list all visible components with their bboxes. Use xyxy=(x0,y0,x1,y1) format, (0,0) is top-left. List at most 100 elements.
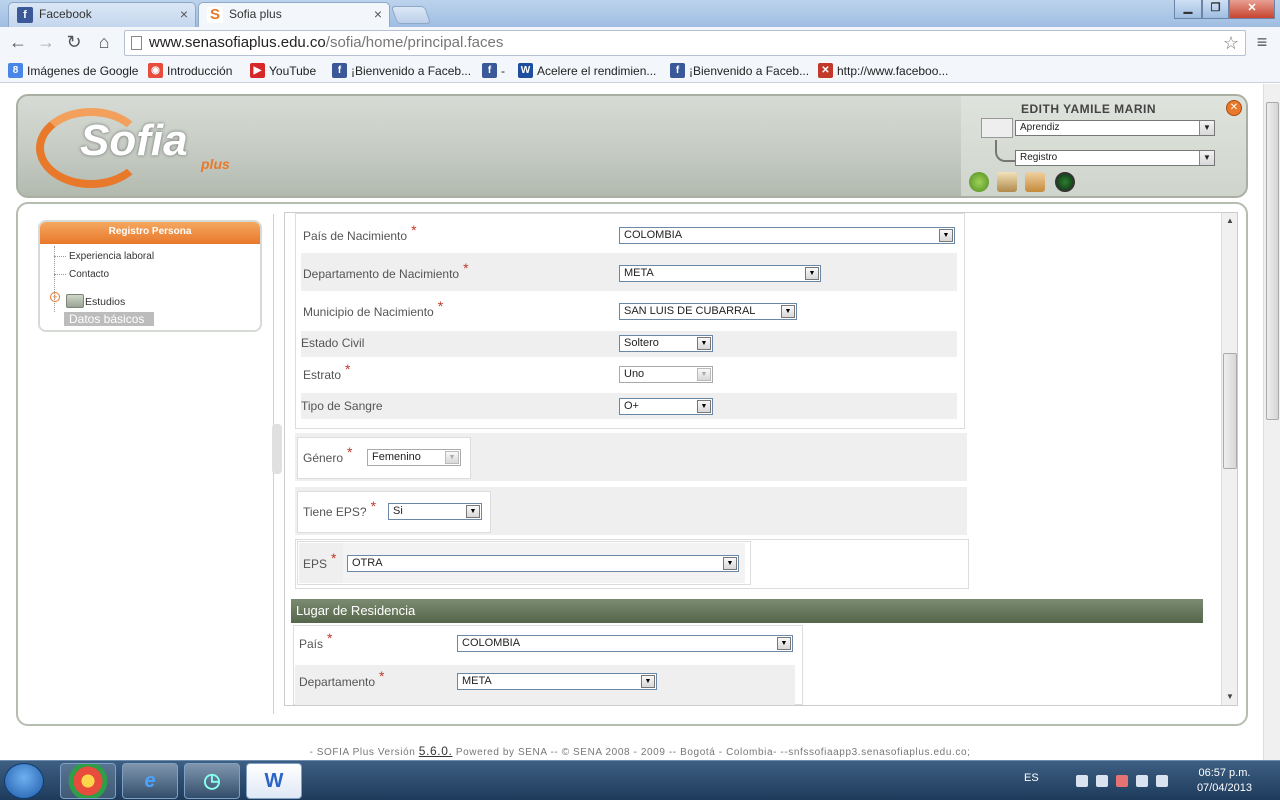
estrato-select[interactable]: Uno ▼ xyxy=(619,366,713,383)
bookmarks-bar: 8 Imágenes de Google ◉ Introducción ▶ YouTube… xyxy=(0,59,1280,83)
module-select[interactable]: Registro ▼ xyxy=(1015,150,1215,166)
action-center-icon[interactable] xyxy=(1116,775,1128,787)
start-button[interactable] xyxy=(4,763,44,799)
module-select-value: Registro xyxy=(1020,152,1058,163)
required-mark: * xyxy=(370,498,377,514)
role-select[interactable]: Aprendiz ▼ xyxy=(1015,120,1215,136)
select-value: Soltero xyxy=(624,337,659,349)
url-host: www.senasofiaplus.edu.co xyxy=(149,34,326,51)
required-mark: * xyxy=(411,222,417,238)
bookmark-item[interactable]: f ¡Bienvenido a Faceb... xyxy=(670,62,809,80)
menu-icon[interactable]: ≡ xyxy=(1250,30,1274,54)
estrato-label: Estrato * xyxy=(303,361,350,382)
taskbar-clock[interactable]: 06:57 p.m. 07/04/2013 xyxy=(1197,766,1252,796)
home-icon[interactable] xyxy=(1025,172,1045,192)
youtube-icon: ▶ xyxy=(250,63,265,78)
close-icon[interactable]: ✕ xyxy=(1226,100,1242,116)
forward-icon[interactable]: → xyxy=(34,30,58,54)
power-icon[interactable] xyxy=(1055,172,1075,192)
bookmark-item[interactable]: f ¡Bienvenido a Faceb... xyxy=(332,62,471,80)
chrome-taskbar-icon[interactable] xyxy=(60,763,116,799)
tray-up-icon[interactable] xyxy=(1076,775,1088,787)
language-indicator[interactable]: ES xyxy=(1024,772,1039,784)
scroll-thumb[interactable] xyxy=(1223,353,1237,469)
scroll-down-icon[interactable]: ▼ xyxy=(1222,689,1237,705)
pais-residencia-select[interactable]: COLOMBIA ▼ xyxy=(457,635,793,652)
sidebar-item-datos-basicos[interactable]: Datos básicos xyxy=(64,312,154,326)
tipo-sangre-select[interactable]: O+ ▼ xyxy=(619,398,713,415)
reload-icon[interactable]: ↻ xyxy=(62,30,86,54)
back-icon[interactable]: ← xyxy=(6,30,30,54)
network-icon[interactable] xyxy=(1096,775,1108,787)
select-value: COLOMBIA xyxy=(462,637,521,649)
pais-residencia-label: País * xyxy=(299,630,332,651)
clock-date: 07/04/2013 xyxy=(1196,782,1252,794)
bookmark-star-icon[interactable]: ☆ xyxy=(1223,31,1239,55)
word-taskbar-icon[interactable]: W xyxy=(246,763,302,799)
ie-taskbar-icon[interactable]: e xyxy=(122,763,178,799)
scroll-up-icon[interactable]: ▲ xyxy=(1222,213,1237,229)
volume-icon[interactable] xyxy=(1156,775,1168,787)
home-icon[interactable]: ⌂ xyxy=(92,30,116,54)
tree-line xyxy=(54,256,66,257)
logo-text: Sofia xyxy=(80,116,188,165)
departamento-residencia-select[interactable]: META ▼ xyxy=(457,673,657,690)
red-x-icon: ✕ xyxy=(818,63,833,78)
facebook-icon: f xyxy=(332,63,347,78)
select-value: O+ xyxy=(624,400,639,412)
address-bar[interactable]: www.senasofiaplus.edu.co/sofia/home/prin… xyxy=(124,30,1246,56)
app-header: Sofia plus EDITH YAMILE MARIN Aprendiz ▼ … xyxy=(16,94,1248,198)
bookmark-item[interactable]: ✕ http://www.faceboo... xyxy=(818,62,948,80)
tab-facebook[interactable]: f Facebook × xyxy=(8,2,196,27)
label-text: Tiene EPS? xyxy=(303,505,367,519)
eps-select[interactable]: OTRA ▼ xyxy=(347,555,739,572)
form-scrollbar[interactable]: ▲ ▼ xyxy=(1221,213,1237,705)
genero-select[interactable]: Femenino ▼ xyxy=(367,449,461,466)
chevron-down-icon: ▼ xyxy=(697,400,711,413)
help-icon[interactable] xyxy=(969,172,989,192)
minimize-button[interactable]: ▁ xyxy=(1174,0,1202,19)
departamento-nacimiento-select[interactable]: META ▼ xyxy=(619,265,821,282)
title-bar: f Facebook × S Sofia plus × ▁ ❐ ✕ xyxy=(0,0,1280,28)
book-icon[interactable] xyxy=(997,172,1017,192)
tab-sofia-plus[interactable]: S Sofia plus × xyxy=(198,2,390,28)
bookmark-item[interactable]: ▶ YouTube xyxy=(250,62,316,80)
new-tab-button[interactable] xyxy=(390,6,432,24)
scroll-thumb[interactable] xyxy=(1266,102,1279,420)
departamento-residencia-label: Departamento * xyxy=(299,668,385,689)
select-value: META xyxy=(462,675,492,687)
bookmark-item[interactable]: f- xyxy=(482,62,505,80)
page-scrollbar[interactable] xyxy=(1263,84,1280,760)
required-mark: * xyxy=(463,260,469,276)
tab-label: Facebook xyxy=(39,7,92,21)
maximize-button[interactable]: ❐ xyxy=(1202,0,1229,19)
required-mark: * xyxy=(347,444,353,460)
chevron-down-icon: ▼ xyxy=(1199,151,1214,165)
clock-app-taskbar-icon[interactable]: ◷ xyxy=(184,763,240,799)
estado-civil-select[interactable]: Soltero ▼ xyxy=(619,335,713,352)
bookmark-label: ¡Bienvenido a Faceb... xyxy=(689,64,810,78)
close-icon[interactable]: × xyxy=(180,3,188,25)
close-icon[interactable]: × xyxy=(374,3,382,25)
bookmark-item[interactable]: W Acelere el rendimien... xyxy=(518,62,656,80)
chevron-down-icon: ▼ xyxy=(445,451,459,464)
chevron-down-icon: ▼ xyxy=(697,368,711,381)
sidebar-item-contacto[interactable]: Contacto xyxy=(69,269,109,280)
tiene-eps-select[interactable]: Si ▼ xyxy=(388,503,482,520)
bookmark-item[interactable]: ◉ Introducción xyxy=(148,62,232,80)
sidebar-item-estudios[interactable]: Estudios xyxy=(85,296,125,308)
label-text: EPS xyxy=(303,557,328,571)
footer-prefix: - SOFIA Plus Versión xyxy=(309,747,416,758)
sidebar: Registro Persona Experiencia laboral Con… xyxy=(38,220,262,332)
page-viewport: Sofia plus EDITH YAMILE MARIN Aprendiz ▼ … xyxy=(0,84,1280,760)
collapse-handle[interactable] xyxy=(272,424,282,474)
window-close-button[interactable]: ✕ xyxy=(1229,0,1275,19)
bookmark-item[interactable]: 8 Imágenes de Google xyxy=(8,62,138,80)
pais-nacimiento-select[interactable]: COLOMBIA ▼ xyxy=(619,227,955,244)
connector-line xyxy=(995,140,1015,162)
expand-icon[interactable]: + xyxy=(50,292,60,302)
municipio-nacimiento-select[interactable]: SAN LUIS DE CUBARRAL ▼ xyxy=(619,303,797,320)
chevron-down-icon: ▼ xyxy=(723,557,737,570)
device-icon[interactable] xyxy=(1136,775,1148,787)
sidebar-item-experiencia-laboral[interactable]: Experiencia laboral xyxy=(69,251,154,262)
